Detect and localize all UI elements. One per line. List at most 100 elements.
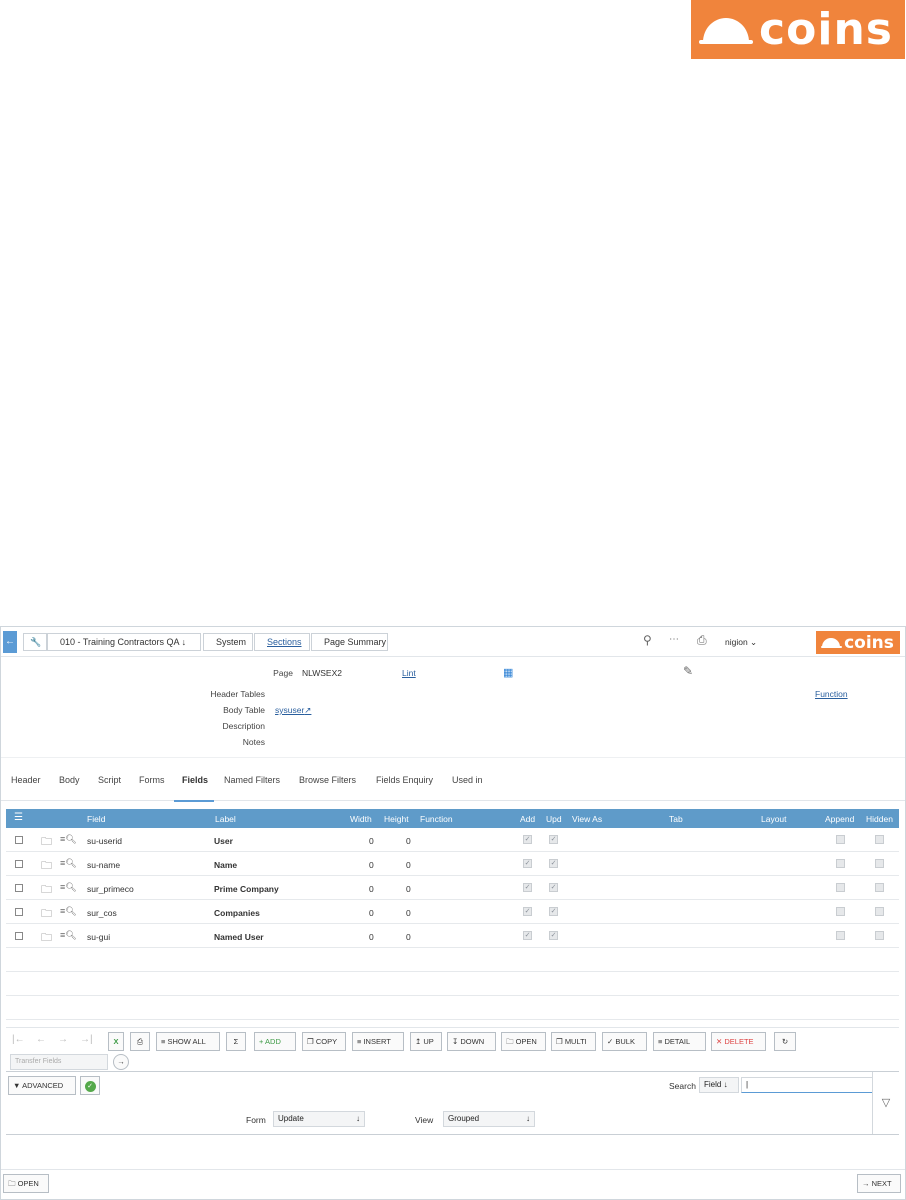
add-button[interactable]: + ADD [254, 1032, 296, 1051]
wrench-icon[interactable]: 🔧 [23, 633, 47, 651]
hidden-checkbox[interactable] [875, 907, 884, 916]
advanced-filter-button[interactable]: ▼ ADVANCED [8, 1076, 76, 1095]
tab-named-filters[interactable]: Named Filters [224, 775, 280, 785]
last-page-icon[interactable]: →| [80, 1034, 93, 1045]
detail-icon[interactable]: ≡🔍︎ [60, 834, 77, 845]
refresh-icon[interactable]: ↻ [774, 1032, 796, 1051]
form-select[interactable]: Update ↓ [273, 1111, 365, 1127]
append-checkbox[interactable] [836, 907, 845, 916]
append-checkbox[interactable] [836, 859, 845, 868]
row-select-checkbox[interactable] [15, 932, 23, 940]
col-layout[interactable]: Layout [761, 814, 787, 824]
table-row[interactable]: 🗀 ≡🔍︎ su-gui Named User 0 0 ✓ ✓ [6, 924, 899, 948]
folder-icon[interactable]: 🗀 [41, 929, 52, 948]
col-tab[interactable]: Tab [669, 814, 683, 824]
col-function[interactable]: Function [420, 814, 453, 824]
transfer-fields-input[interactable]: Transfer Fields [10, 1054, 108, 1070]
next-button[interactable]: → NEXT [857, 1174, 901, 1193]
tab-fields[interactable]: Fields [182, 775, 208, 785]
table-row[interactable]: 🗀 ≡🔍︎ sur_cos Companies 0 0 ✓ ✓ [6, 900, 899, 924]
search-input[interactable]: | [741, 1077, 873, 1093]
sum-button[interactable]: Σ [226, 1032, 246, 1051]
col-label[interactable]: Label [215, 814, 236, 824]
breadcrumb-sections[interactable]: Sections [254, 633, 310, 651]
upd-checkbox[interactable]: ✓ [549, 835, 558, 844]
add-checkbox[interactable]: ✓ [523, 835, 532, 844]
multi-button[interactable]: ❐ MULTI [551, 1032, 596, 1051]
col-hidden[interactable]: Hidden [866, 814, 893, 824]
detail-icon[interactable]: ≡🔍︎ [60, 882, 77, 893]
folder-icon[interactable]: 🗀 [41, 857, 52, 876]
apply-filter-button[interactable]: ✓ [80, 1076, 100, 1095]
tab-body[interactable]: Body [59, 775, 80, 785]
upd-checkbox[interactable]: ✓ [549, 859, 558, 868]
add-checkbox[interactable]: ✓ [523, 859, 532, 868]
prev-page-icon[interactable]: ← [36, 1034, 46, 1045]
delete-button[interactable]: ✕ DELETE [711, 1032, 766, 1051]
table-row[interactable]: 🗀 ≡🔍︎ sur_primeco Prime Company 0 0 ✓ ✓ [6, 876, 899, 900]
hidden-checkbox[interactable] [875, 931, 884, 940]
open-button[interactable]: 🗀 OPEN [501, 1032, 546, 1051]
row-select-checkbox[interactable] [15, 836, 23, 844]
detail-button[interactable]: ≡ DETAIL [653, 1032, 706, 1051]
folder-icon[interactable]: 🗀 [41, 881, 52, 900]
function-link[interactable]: Function [815, 689, 848, 699]
append-checkbox[interactable] [836, 835, 845, 844]
row-select-checkbox[interactable] [15, 860, 23, 868]
breadcrumb-system[interactable]: System [203, 633, 253, 651]
tab-fields-enquiry[interactable]: Fields Enquiry [376, 775, 433, 785]
edit-pen-icon[interactable]: ✎ [683, 664, 693, 678]
body-table-link[interactable]: sysuser↗ [275, 705, 311, 716]
col-view-as[interactable]: View As [572, 814, 602, 824]
upd-checkbox[interactable]: ✓ [549, 907, 558, 916]
print-icon[interactable]: ⎙ [697, 633, 707, 648]
detail-icon[interactable]: ≡🔍︎ [60, 930, 77, 941]
list-menu-icon[interactable]: ☰ [14, 812, 23, 823]
grid-color-icon[interactable]: ▦ [503, 666, 513, 679]
copy-button[interactable]: ❐ COPY [302, 1032, 346, 1051]
col-append[interactable]: Append [825, 814, 854, 824]
filter-funnel-icon[interactable]: ▽ [872, 1072, 899, 1134]
table-row[interactable]: 🗀 ≡🔍︎ su-userid User 0 0 ✓ ✓ [6, 828, 899, 852]
go-arrow-icon[interactable]: → [113, 1054, 129, 1070]
append-checkbox[interactable] [836, 883, 845, 892]
hidden-checkbox[interactable] [875, 835, 884, 844]
add-checkbox[interactable]: ✓ [523, 883, 532, 892]
tab-browse-filters[interactable]: Browse Filters [299, 775, 356, 785]
next-page-icon[interactable]: → [58, 1034, 68, 1045]
hidden-checkbox[interactable] [875, 859, 884, 868]
print-icon[interactable]: ⎙ [130, 1032, 150, 1051]
col-width[interactable]: Width [350, 814, 372, 824]
folder-icon[interactable]: 🗀 [41, 833, 52, 852]
breadcrumb-company[interactable]: 010 - Training Contractors QA ↓ [47, 633, 201, 651]
upd-checkbox[interactable]: ✓ [549, 883, 558, 892]
lint-link[interactable]: Lint [402, 668, 416, 678]
first-page-icon[interactable]: |← [12, 1034, 25, 1045]
up-button[interactable]: ↥ UP [410, 1032, 442, 1051]
search-field-select[interactable]: Field ↓ [699, 1077, 739, 1093]
excel-export-icon[interactable]: X [108, 1032, 124, 1051]
search-icon[interactable]: ⚲ [643, 633, 652, 647]
detail-icon[interactable]: ≡🔍︎ [60, 906, 77, 917]
add-checkbox[interactable]: ✓ [523, 931, 532, 940]
tab-header[interactable]: Header [11, 775, 41, 785]
bulk-button[interactable]: ✓ BULK [602, 1032, 647, 1051]
down-button[interactable]: ↧ DOWN [447, 1032, 496, 1051]
insert-button[interactable]: ≡ INSERT [352, 1032, 404, 1051]
hidden-checkbox[interactable] [875, 883, 884, 892]
folder-icon[interactable]: 🗀 [41, 905, 52, 924]
col-upd[interactable]: Upd [546, 814, 562, 824]
row-select-checkbox[interactable] [15, 908, 23, 916]
col-add[interactable]: Add [520, 814, 535, 824]
col-field[interactable]: Field [87, 814, 105, 824]
apps-grid-icon[interactable]: ⋯ [669, 634, 679, 645]
detail-icon[interactable]: ≡🔍︎ [60, 858, 77, 869]
user-menu[interactable]: nigion ⌄ [725, 637, 757, 648]
upd-checkbox[interactable]: ✓ [549, 931, 558, 940]
tab-script[interactable]: Script [98, 775, 121, 785]
tab-used-in[interactable]: Used in [452, 775, 483, 785]
tab-forms[interactable]: Forms [139, 775, 165, 785]
breadcrumb-page-summary[interactable]: Page Summary [311, 633, 388, 651]
add-checkbox[interactable]: ✓ [523, 907, 532, 916]
show-all-button[interactable]: ≡ SHOW ALL [156, 1032, 220, 1051]
